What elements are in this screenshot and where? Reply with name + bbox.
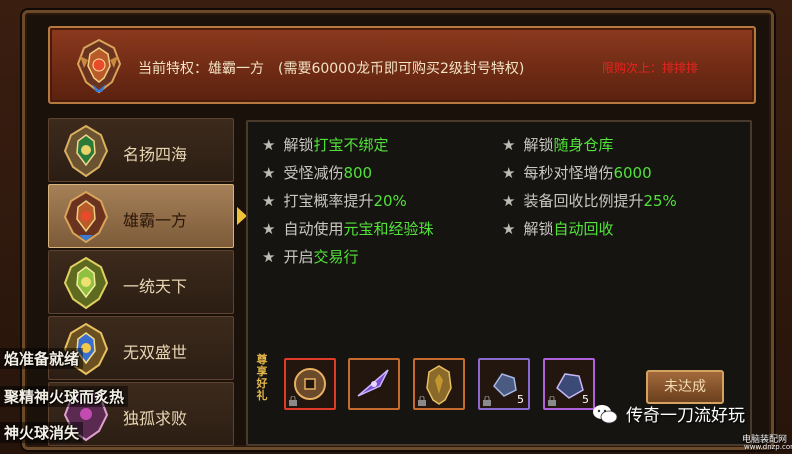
perk-item: ★ 开启交易行 bbox=[262, 248, 359, 266]
claim-button[interactable]: 未达成 bbox=[646, 370, 724, 404]
lock-icon bbox=[418, 396, 426, 406]
tab-label: 名扬四海 bbox=[123, 145, 188, 164]
perk-item: ★ 解锁自动回收 bbox=[502, 220, 614, 238]
purchase-link[interactable]: 限购次上：排排排 bbox=[602, 59, 698, 76]
perk-item: ★ 解锁随身仓库 bbox=[502, 136, 614, 154]
blade-icon bbox=[357, 369, 389, 397]
perk-item: ★ 装备回收比例提升25% bbox=[502, 192, 677, 210]
chat-line: 神火球消失 bbox=[0, 422, 84, 443]
reward-slot-1[interactable] bbox=[284, 358, 336, 410]
rank-2-emblem-icon bbox=[63, 190, 109, 244]
star-icon: ★ bbox=[502, 192, 516, 210]
star-icon: ★ bbox=[262, 192, 276, 210]
tab-xiongba-yifang[interactable]: 雄霸一方 bbox=[48, 184, 247, 248]
star-icon: ★ bbox=[502, 136, 516, 154]
tab-yitong-tianxia[interactable]: 一统天下 bbox=[48, 250, 234, 314]
rank-emblem-icon bbox=[76, 38, 122, 94]
current-privilege-label: 当前特权：雄霸一方 bbox=[138, 61, 264, 77]
item-count: 5 bbox=[517, 393, 524, 406]
rewards-title: 尊享好礼 bbox=[256, 353, 268, 402]
star-icon: ★ bbox=[262, 248, 276, 266]
perk-item: ★ 受怪减伤800 bbox=[262, 164, 373, 182]
star-icon: ★ bbox=[262, 136, 276, 154]
perk-item: ★ 每秒对怪增伤6000 bbox=[502, 164, 652, 182]
lock-icon bbox=[289, 396, 297, 406]
tab-mingyang-sihai[interactable]: 名扬四海 bbox=[48, 118, 234, 182]
reward-slot-2[interactable] bbox=[348, 358, 400, 410]
rank-1-emblem-icon bbox=[63, 124, 109, 178]
star-icon: ★ bbox=[262, 164, 276, 182]
requirement-text: (需要60000龙币即可购买2级封号特权) bbox=[278, 61, 525, 77]
perk-item: ★ 解锁打宝不绑定 bbox=[262, 136, 389, 154]
reward-slot-5[interactable]: 5 bbox=[543, 358, 595, 410]
lock-icon bbox=[483, 396, 491, 406]
tab-label: 雄霸一方 bbox=[123, 211, 188, 230]
reward-slot-4[interactable]: 5 bbox=[478, 358, 530, 410]
star-icon: ★ bbox=[262, 220, 276, 238]
privilege-banner: 当前特权：雄霸一方 (需要60000龙币即可购买2级封号特权) 限购次上：排排排 bbox=[48, 26, 756, 104]
watermark: 传奇一刀流好玩 bbox=[592, 401, 745, 426]
site-url: www.dnzp.com bbox=[744, 443, 792, 451]
item-count: 5 bbox=[582, 393, 589, 406]
perk-item: ★ 打宝概率提升20% bbox=[262, 192, 407, 210]
star-icon: ★ bbox=[502, 220, 516, 238]
perk-item: ★ 自动使用元宝和经验珠 bbox=[262, 220, 434, 238]
wechat-icon bbox=[593, 404, 618, 423]
watermark-title: 传奇一刀流好玩 bbox=[626, 406, 745, 426]
rank-3-emblem-icon bbox=[63, 256, 109, 310]
current-privilege-text: 当前特权：雄霸一方 (需要60000龙币即可购买2级封号特权) bbox=[138, 58, 524, 78]
tab-label: 一统天下 bbox=[123, 277, 188, 296]
tab-label: 无双盛世 bbox=[123, 343, 188, 362]
chat-line: 聚精神火球而炙热 bbox=[0, 386, 129, 407]
reward-slot-3[interactable] bbox=[413, 358, 465, 410]
star-icon: ★ bbox=[502, 164, 516, 182]
chat-line: 焰准备就绪 bbox=[0, 348, 84, 369]
lock-icon bbox=[548, 396, 556, 406]
tab-label: 独孤求败 bbox=[123, 409, 188, 428]
